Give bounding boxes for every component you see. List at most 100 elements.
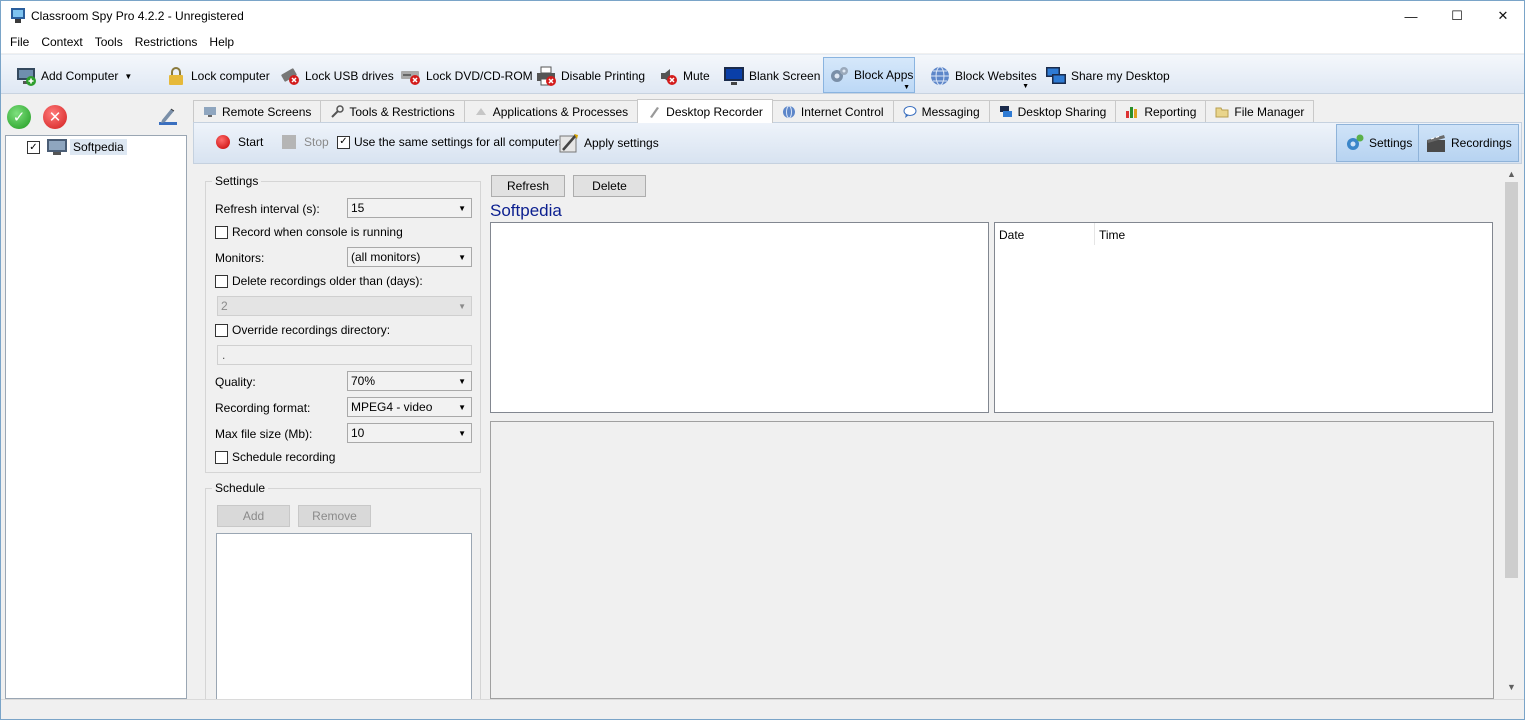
gears-icon — [831, 67, 848, 82]
schedule-group-title: Schedule — [212, 481, 269, 495]
tab-reporting[interactable]: Reporting — [1115, 100, 1207, 123]
tab-bar: Remote Screens Tools & Restrictions Appl… — [193, 99, 1315, 123]
delete-older-option[interactable]: Delete recordings older than (days): — [215, 274, 423, 288]
tab-messaging[interactable]: Messaging — [892, 100, 990, 123]
delete-days-select[interactable]: 2 ▼ — [217, 296, 472, 316]
monitors-value: (all monitors) — [351, 250, 421, 264]
override-dir-option[interactable]: Override recordings directory: — [215, 323, 390, 337]
content-scrollbar[interactable]: ▲ ▼ — [1503, 166, 1520, 695]
tab-file-manager[interactable]: File Manager — [1205, 100, 1315, 123]
start-button[interactable]: Start — [216, 135, 263, 149]
mute-button[interactable]: Mute — [653, 61, 714, 91]
same-settings-label: Use the same settings for all computers — [354, 135, 565, 149]
gears-icon — [1347, 134, 1364, 150]
tab-applications-processes[interactable]: Applications & Processes — [463, 100, 639, 123]
edit-icon[interactable] — [157, 105, 179, 127]
quality-label: Quality: — [215, 375, 256, 389]
refresh-interval-select[interactable]: 15 ▼ — [347, 198, 472, 218]
tab-desktop-recorder[interactable]: Desktop Recorder — [637, 99, 773, 123]
scrollbar-thumb[interactable] — [1505, 182, 1518, 578]
delete-older-checkbox[interactable] — [215, 274, 228, 288]
tab-tools-restrictions[interactable]: Tools & Restrictions — [320, 100, 465, 123]
recordings-list[interactable]: Date Time — [994, 222, 1493, 413]
schedule-recording-checkbox[interactable] — [215, 450, 228, 464]
computer-name[interactable]: Softpedia — [70, 139, 127, 155]
column-header-time[interactable]: Time — [1099, 228, 1125, 242]
lock-computer-button[interactable]: Lock computer — [161, 61, 274, 91]
menu-file[interactable]: File — [5, 31, 34, 53]
chevron-down-icon: ▼ — [458, 377, 466, 386]
menu-restrictions[interactable]: Restrictions — [130, 31, 203, 53]
disable-printing-button[interactable]: Disable Printing — [531, 61, 649, 91]
share-desktop-button[interactable]: Share my Desktop — [1041, 61, 1174, 91]
printer-icon — [537, 66, 556, 86]
tab-label: File Manager — [1234, 105, 1305, 119]
mute-label: Mute — [683, 69, 710, 83]
record-console-checkbox[interactable] — [215, 225, 228, 239]
recording-format-label: Recording format: — [215, 401, 311, 415]
check-icon[interactable]: ✓ — [7, 105, 31, 129]
lock-computer-label: Lock computer — [191, 69, 270, 83]
lock-usb-label: Lock USB drives — [305, 69, 394, 83]
record-console-option[interactable]: Record when console is running — [215, 225, 403, 239]
scroll-down-icon[interactable]: ▼ — [1503, 679, 1520, 695]
override-dir-checkbox[interactable] — [215, 323, 228, 337]
blank-screen-button[interactable]: Blank Screen — [719, 61, 824, 91]
schedule-list[interactable] — [216, 533, 472, 708]
lock-usb-button[interactable]: Lock USB drives — [275, 61, 398, 91]
recording-player-area — [490, 421, 1494, 699]
minimize-button[interactable]: — — [1388, 1, 1434, 31]
schedule-remove-button[interactable]: Remove — [298, 505, 371, 527]
monitors-select[interactable]: (all monitors) ▼ — [347, 247, 472, 267]
tab-internet-control[interactable]: Internet Control — [771, 100, 894, 123]
same-settings-option[interactable]: ✓ Use the same settings for all computer… — [337, 135, 565, 149]
tab-label: Remote Screens — [222, 105, 312, 119]
block-websites-label: Block Websites — [955, 69, 1037, 83]
menu-tools[interactable]: Tools — [90, 31, 128, 53]
menu-help[interactable]: Help — [204, 31, 239, 53]
recordings-directory-input[interactable]: . — [217, 345, 472, 365]
start-label: Start — [238, 135, 264, 149]
close-button[interactable]: ✕ — [1480, 1, 1524, 31]
chevron-down-icon: ▼ — [458, 429, 466, 438]
same-settings-checkbox[interactable]: ✓ — [337, 135, 350, 149]
maximize-button[interactable]: ☐ — [1434, 1, 1480, 31]
wrench-icon — [331, 105, 345, 118]
app-icon — [11, 8, 25, 23]
tab-remote-screens[interactable]: Remote Screens — [193, 100, 322, 123]
menu-context[interactable]: Context — [36, 31, 87, 53]
max-file-size-value: 10 — [351, 426, 365, 440]
recorder-icon — [650, 106, 660, 118]
dvd-lock-icon — [401, 71, 420, 85]
status-bar — [1, 699, 1524, 719]
block-websites-button[interactable]: Block Websites ▼ — [925, 61, 1037, 91]
chevron-down-icon: ▼ — [1022, 83, 1029, 90]
close-icon[interactable]: ✕ — [43, 105, 67, 129]
block-apps-button[interactable]: Block Apps ▼ — [823, 57, 915, 93]
lock-dvd-button[interactable]: Lock DVD/CD-ROM — [396, 61, 537, 91]
schedule-recording-option[interactable]: Schedule recording — [215, 450, 335, 464]
tab-label: Reporting — [1144, 105, 1197, 119]
settings-view-button[interactable]: Settings — [1336, 124, 1420, 162]
menu-bar: File Context Tools Restrictions Help — [1, 31, 1524, 53]
add-computer-button[interactable]: Add Computer ▼ — [11, 61, 136, 91]
quality-value: 70% — [351, 374, 376, 388]
stop-button[interactable]: Stop — [282, 135, 329, 149]
recordings-view-button[interactable]: Recordings — [1418, 124, 1519, 162]
override-dir-label: Override recordings directory: — [232, 323, 391, 337]
chevron-down-icon: ▼ — [903, 84, 910, 91]
refresh-interval-label: Refresh interval (s): — [215, 202, 320, 216]
max-file-size-select[interactable]: 10 ▼ — [347, 423, 472, 443]
recordings-preview[interactable] — [490, 222, 989, 413]
apply-settings-button[interactable]: Apply settings — [558, 132, 659, 154]
computer-checkbox[interactable]: ✓ — [27, 141, 40, 154]
delete-button[interactable]: Delete — [573, 175, 646, 197]
refresh-button[interactable]: Refresh — [491, 175, 565, 197]
scroll-up-icon[interactable]: ▲ — [1503, 166, 1520, 182]
column-header-date[interactable]: Date — [995, 223, 1095, 245]
tab-desktop-sharing[interactable]: Desktop Sharing — [988, 100, 1117, 123]
quality-select[interactable]: 70% ▼ — [347, 371, 472, 391]
recording-format-select[interactable]: MPEG4 - video ▼ — [347, 397, 472, 417]
tab-label: Desktop Recorder — [666, 104, 763, 119]
schedule-add-button[interactable]: Add — [217, 505, 290, 527]
